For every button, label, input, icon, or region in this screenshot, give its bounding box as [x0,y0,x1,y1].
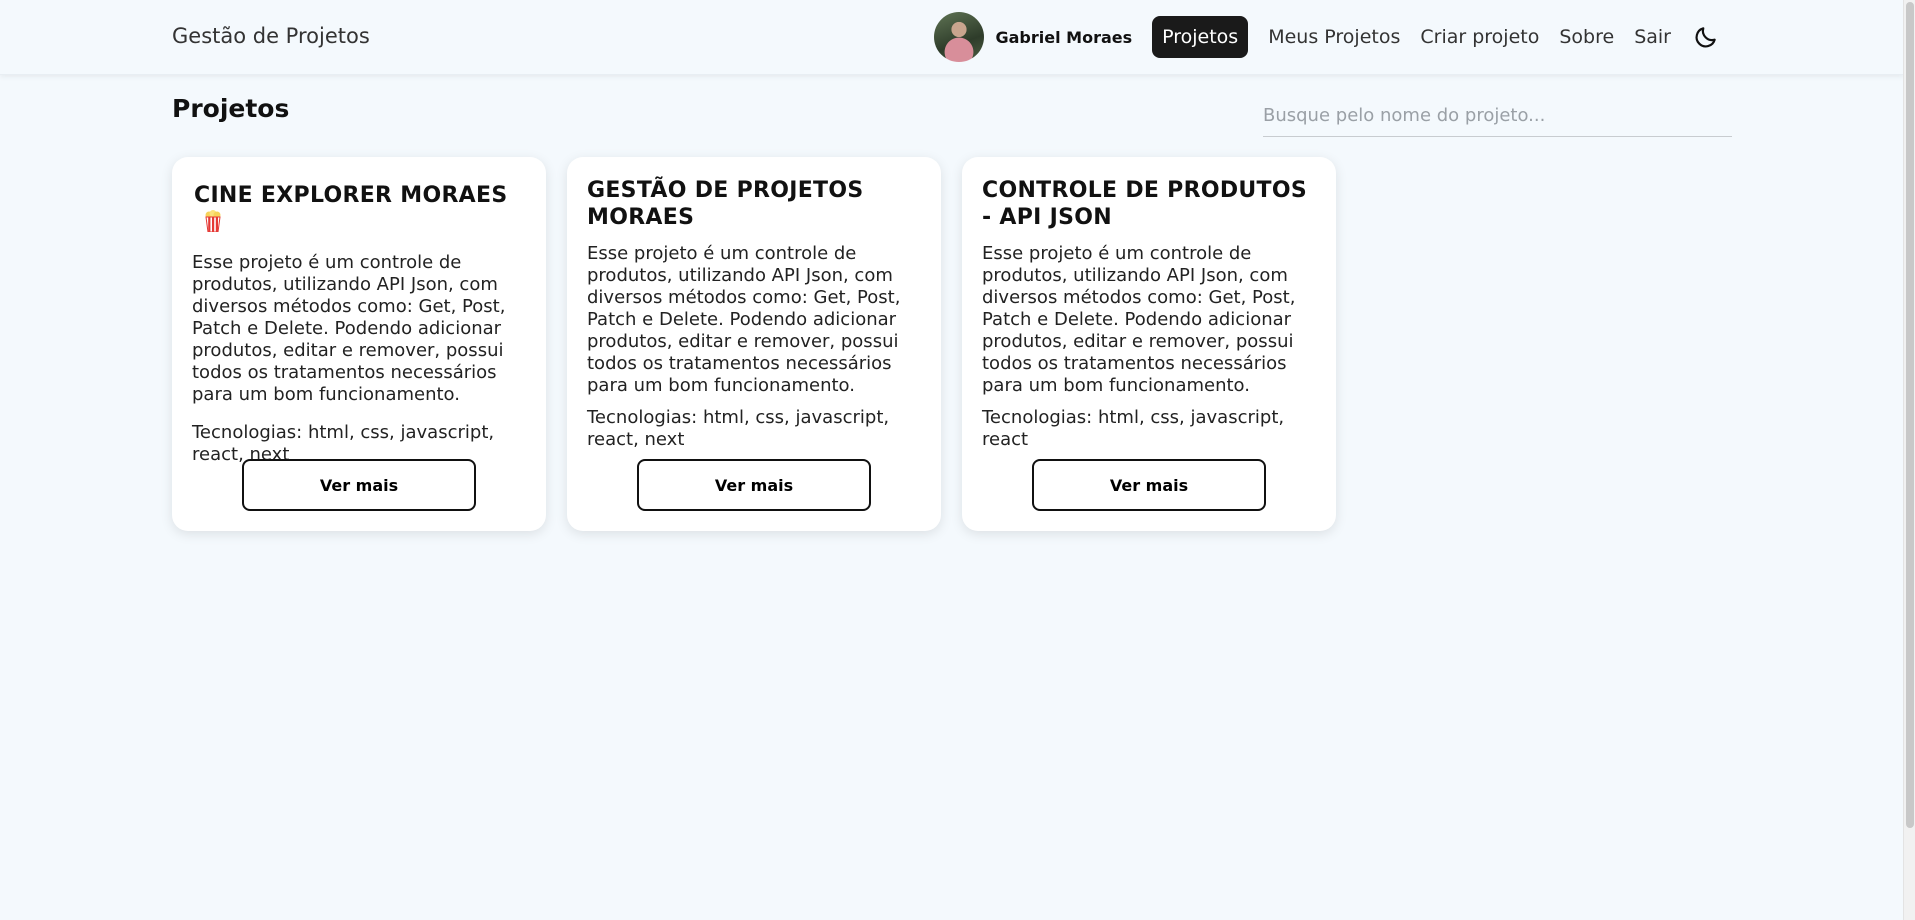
project-card: CONTROLE DE PRODUTOS - API JSON Esse pro… [962,157,1336,531]
nav-link-sair[interactable]: Sair [1634,26,1671,48]
ver-mais-button[interactable]: Ver mais [1032,459,1266,511]
nav-link-projetos[interactable]: Projetos [1152,16,1249,58]
nav-link-meus-projetos[interactable]: Meus Projetos [1268,26,1400,48]
card-title: GESTÃO DE PROJETOS MORAES [587,178,864,230]
nav-right: Gabriel Moraes Projetos Meus Projetos Cr… [934,12,1719,62]
card-description: Esse projeto é um controle de produtos, … [587,243,901,396]
nav-link-sobre[interactable]: Sobre [1559,26,1614,48]
page-title: Projetos [172,94,290,123]
nav-link-criar-projeto[interactable]: Criar projeto [1420,26,1539,48]
brand-title[interactable]: Gestão de Projetos [172,24,370,48]
user-name: Gabriel Moraes [995,27,1133,47]
popcorn-icon [205,210,221,232]
project-card: CINE EXPLORER MORAES Esse projeto é um c… [172,157,546,531]
card-technologies: Tecnologias: html, css, javascript, reac… [982,407,1285,450]
card-title: CINE EXPLORER MORAES [192,182,526,236]
card-title: CONTROLE DE PRODUTOS - API JSON [982,178,1308,230]
scrollbar[interactable] [1903,0,1915,920]
card-technologies: Tecnologias: html, css, javascript, reac… [587,407,890,450]
card-description: Esse projeto é um controle de produtos, … [192,252,506,405]
navbar: Gestão de Projetos Gabriel Moraes Projet… [0,0,1904,75]
search-input[interactable] [1263,94,1732,137]
card-description: Esse projeto é um controle de produtos, … [982,243,1296,396]
project-card: GESTÃO DE PROJETOS MORAES Esse projeto é… [567,157,941,531]
moon-icon[interactable] [1693,24,1719,50]
ver-mais-button[interactable]: Ver mais [242,459,476,511]
scrollbar-thumb[interactable] [1906,2,1914,828]
avatar[interactable] [934,12,985,62]
ver-mais-button[interactable]: Ver mais [637,459,871,511]
